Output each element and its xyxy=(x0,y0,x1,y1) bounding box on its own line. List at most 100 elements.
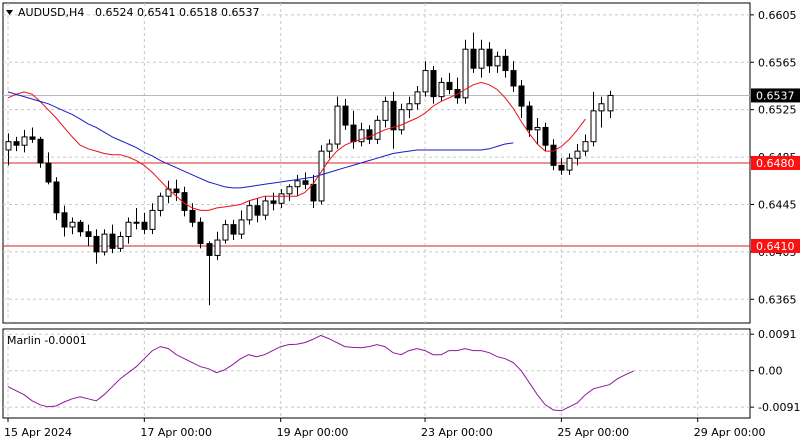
candle-body-down xyxy=(29,136,36,140)
symbol-header: AUDUSD,H4 0.6524 0.6541 0.6518 0.6537 xyxy=(6,6,259,19)
indicator-label: Marlin -0.0001 xyxy=(7,334,87,347)
ohlc-values: 0.6524 0.6541 0.6518 0.6537 xyxy=(95,6,259,19)
candle-body-up xyxy=(598,103,605,112)
candle-body-down xyxy=(502,55,509,72)
candle-body-up xyxy=(422,70,429,93)
candle-body-up xyxy=(5,141,12,151)
candle-body-down xyxy=(141,221,148,230)
candle-body-up xyxy=(382,100,389,121)
candle-body-up xyxy=(125,221,132,237)
candle-body-down xyxy=(526,105,533,131)
indicator-tick-label: 0.0091 xyxy=(758,328,797,341)
candle-body-down xyxy=(109,233,116,249)
candle-body-down xyxy=(45,162,52,183)
candle[interactable] xyxy=(462,39,469,104)
candle[interactable] xyxy=(37,136,44,168)
indicator-panel-frame xyxy=(2,328,751,419)
price-tick-label: 0.6525 xyxy=(758,104,797,117)
time-axis[interactable]: 15 Apr 2024 17 Apr 00:00 19 Apr 00:00 23 Ap… xyxy=(4,418,809,439)
candle-body-up xyxy=(149,209,156,230)
candle-body-down xyxy=(350,124,357,143)
candle[interactable] xyxy=(374,115,381,145)
candle-body-down xyxy=(366,129,373,140)
candle-body-down xyxy=(310,183,317,202)
candle-body-up xyxy=(69,221,76,228)
candle-body-down xyxy=(254,205,261,216)
candle-body-up xyxy=(133,221,140,224)
candle-body-up xyxy=(566,157,573,171)
candle-body-down xyxy=(189,209,196,223)
indicator-tick-label: 0.00 xyxy=(758,365,783,378)
candle-body-up xyxy=(607,94,614,112)
time-tick-label: 19 Apr 00:00 xyxy=(277,426,349,439)
candle-body-down xyxy=(302,180,309,185)
candle-body-up xyxy=(278,193,285,204)
symbol-label: AUDUSD,H4 xyxy=(18,6,84,19)
candle-body-up xyxy=(214,239,221,256)
candle-body-up xyxy=(21,136,28,146)
candle-body-down xyxy=(173,188,180,194)
candle-body-up xyxy=(398,109,405,131)
candle-body-up xyxy=(574,150,581,159)
candle-body-up xyxy=(238,219,245,235)
candle-body-down xyxy=(518,85,525,107)
candle-body-down xyxy=(390,100,397,131)
candle[interactable] xyxy=(197,217,204,249)
candle-body-up xyxy=(406,103,413,111)
time-tick-label: 17 Apr 00:00 xyxy=(140,426,212,439)
indicator-tick-label: -0.0091 xyxy=(758,401,800,414)
candle-body-down xyxy=(93,235,100,253)
candle-body-up xyxy=(438,81,445,98)
price-tick-label: 0.6445 xyxy=(758,198,797,211)
price-tick-label: 0.6365 xyxy=(758,293,797,306)
candle-body-up xyxy=(117,235,124,249)
candle-body-up xyxy=(318,150,325,202)
candle-body-down xyxy=(77,221,84,233)
candle-body-down xyxy=(470,48,477,69)
chart-window: 0.66050.65650.65250.64850.64450.64050.63… xyxy=(0,0,809,443)
candle-body-down xyxy=(486,48,493,67)
candle-body-down xyxy=(342,105,349,126)
candle-body-down xyxy=(446,81,453,91)
candle-body-up xyxy=(334,105,341,145)
candle-body-up xyxy=(326,143,333,152)
candle-body-down xyxy=(430,70,437,98)
candle-body-up xyxy=(494,55,501,67)
candle-body-down xyxy=(85,231,92,237)
candle-body-up xyxy=(246,205,253,221)
level-price-label: 0.6480 xyxy=(756,157,795,170)
candle-body-up xyxy=(294,180,301,188)
candle-body-up xyxy=(414,91,421,105)
level-price-label: 0.6410 xyxy=(756,240,795,253)
candle-body-up xyxy=(157,195,164,211)
price-tick-label: 0.6565 xyxy=(758,56,797,69)
candle-body-up xyxy=(534,126,541,131)
candle-body-down xyxy=(61,212,68,228)
time-tick-label: 23 Apr 00:00 xyxy=(421,426,493,439)
candle-body-down xyxy=(542,126,549,146)
candle-body-up xyxy=(478,48,485,69)
candle-body-down xyxy=(230,224,237,235)
candle-body-up xyxy=(101,233,108,253)
candle-body-up xyxy=(582,141,589,152)
time-tick-label: 15 Apr 2024 xyxy=(4,426,72,439)
candle-body-down xyxy=(206,243,213,256)
time-tick-label: 29 Apr 00:00 xyxy=(694,426,766,439)
candle-body-up xyxy=(374,119,381,140)
price-axis[interactable]: 0.66050.65650.65250.64850.64450.64050.63… xyxy=(750,9,800,306)
candle-body-down xyxy=(558,164,565,171)
candle-body-up xyxy=(262,200,269,216)
price-tick-label: 0.6605 xyxy=(758,9,797,22)
time-tick-label: 25 Apr 00:00 xyxy=(557,426,629,439)
chart-canvas[interactable]: 0.66050.65650.65250.64850.64450.64050.63… xyxy=(0,0,809,443)
candle-body-up xyxy=(222,224,229,241)
candle-body-up xyxy=(286,186,293,195)
candle-body-down xyxy=(197,221,204,245)
candle-body-down xyxy=(53,181,60,214)
candle-body-down xyxy=(37,138,44,164)
indicator-axis[interactable]: 0.0091 0.00 -0.0091 xyxy=(750,328,800,414)
candle-body-down xyxy=(510,70,517,87)
candle-body-up xyxy=(590,110,597,143)
candle-body-down xyxy=(13,141,20,146)
current-price-label: 0.6537 xyxy=(756,89,795,102)
